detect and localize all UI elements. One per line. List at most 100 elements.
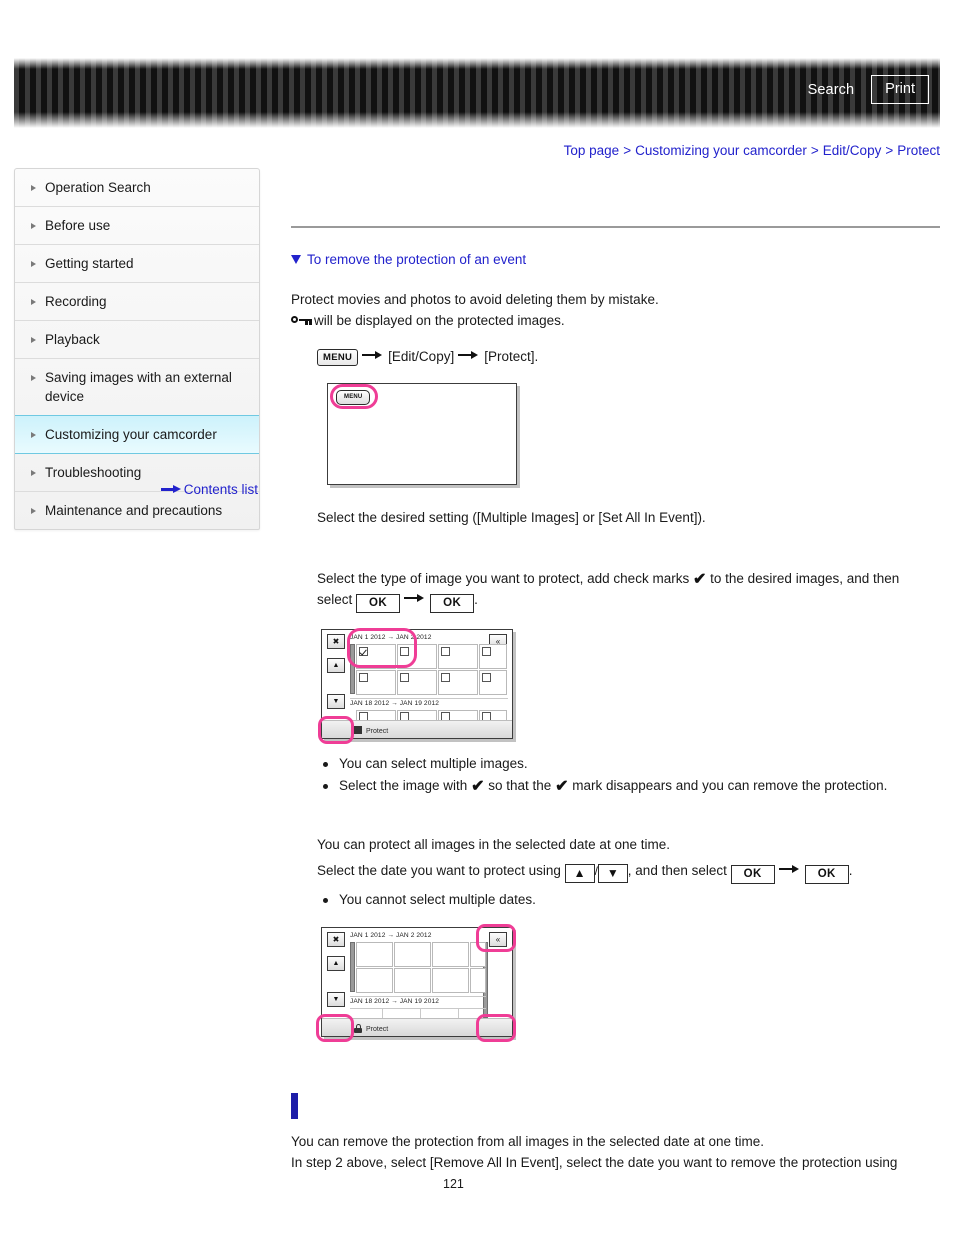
lcd-scrollbar <box>350 942 355 992</box>
sidebar-item-maintenance[interactable]: Maintenance and precautions <box>15 492 259 529</box>
sidebar-item-getting-started[interactable]: Getting started <box>15 245 259 283</box>
sidebar-item-label: Customizing your camcorder <box>45 427 217 442</box>
ok-chip: OK <box>730 865 775 884</box>
section-heading-remove-protection[interactable]: To remove the protection of an event <box>291 252 940 267</box>
lcd-date-row-bottom: JAN 18 2012 → JAN 19 2012 <box>350 998 440 1005</box>
sidebar-navigation: Operation Search Before use Getting star… <box>14 168 260 530</box>
check-mark-icon: ✔ <box>692 571 707 588</box>
print-button[interactable]: Print <box>871 75 929 104</box>
triangle-down-icon <box>291 255 301 264</box>
lcd-thumbnail <box>394 942 431 967</box>
bullet-part-a: Select the image with <box>339 778 468 793</box>
lcd-bottom-label: Protect <box>366 1026 389 1033</box>
intro-line2-text: will be displayed on the protected image… <box>314 313 565 328</box>
sidebar-item-before-use[interactable]: Before use <box>15 207 259 245</box>
list-item: You can select multiple images. <box>317 753 940 775</box>
menu-path-line: MENU [Edit/Copy] [Protect]. <box>317 346 940 367</box>
lcd-checkbox-checked <box>359 647 368 656</box>
ok-chip: OK <box>804 865 849 884</box>
sidebar-item-saving-images[interactable]: Saving images with an external device <box>15 359 259 416</box>
step-select-type-part-a: Select the type of image you want to pro… <box>317 571 690 586</box>
lcd-date-row-bottom: JAN 18 2012 → JAN 19 2012 <box>350 700 440 707</box>
lcd-close-button: ✖ <box>327 634 345 649</box>
site-header: Search Print <box>14 58 940 128</box>
lcd-checkbox <box>400 673 409 682</box>
lcd-divider <box>350 698 508 699</box>
step-select-type-part-b: to the desired images, and then <box>710 571 900 586</box>
lcd-down-button: ▼ <box>327 992 345 1007</box>
remove-protection-line2: In step 2 above, select [Remove All In E… <box>291 1155 898 1170</box>
sidebar-item-operation-search[interactable]: Operation Search <box>15 169 259 207</box>
lock-icon <box>354 1024 362 1033</box>
lcd-thumbnail <box>356 968 393 993</box>
lcd-checkbox <box>482 673 491 682</box>
sidebar-item-recording[interactable]: Recording <box>15 283 259 321</box>
lcd-up-button: ▲ <box>327 658 345 673</box>
lcd-checkbox <box>441 647 450 656</box>
camera-screen-menu: MENU <box>327 383 517 485</box>
contents-list-link[interactable]: Contents list <box>184 482 258 497</box>
chevron-right-icon <box>31 432 36 438</box>
bullet-list-multiple-images: You can select multiple images. Select t… <box>317 753 940 797</box>
lcd-thumbnail <box>470 942 486 967</box>
chevron-right-icon <box>31 337 36 343</box>
lcd-thumbnail <box>394 968 431 993</box>
menu-path-step2: [Protect]. <box>484 349 539 364</box>
chevron-right-icon <box>31 299 36 305</box>
lcd-screen-body: ✖ ▲ ▼ « » OK JAN 1 2012 → JAN 2 2012 JAN… <box>322 928 512 1036</box>
lcd-thumbnail <box>356 942 393 967</box>
sidebar-item-label: Recording <box>45 294 107 309</box>
lcd-screen-body: ✖ ▲ ▼ « » OK JAN 1 2012 → JAN 2 2012 <box>322 630 512 738</box>
bullet-list-no-multiple-dates: You cannot select multiple dates. <box>317 889 940 911</box>
chevron-right-icon <box>31 261 36 267</box>
page-up-chip: ▲ <box>564 864 595 883</box>
remove-protection-line1: You can remove the protection from all i… <box>291 1134 765 1149</box>
check-mark-icon: ✔ <box>555 778 569 795</box>
sidebar-item-label: Saving images with an external device <box>45 370 232 404</box>
menu-chip: MENU <box>317 349 359 366</box>
intro-paragraph-line1: Protect movies and photos to avoid delet… <box>291 292 659 307</box>
arrow-right-icon <box>403 593 427 603</box>
sidebar-item-label: Before use <box>45 218 111 233</box>
lcd-bottom-bar <box>322 1018 512 1036</box>
protect-all-line2: Select the date you want to protect usin… <box>317 860 940 884</box>
step-select-type: Select the type of image you want to pro… <box>317 568 940 613</box>
lcd-thumbnail <box>432 968 469 993</box>
lcd-menu-button: MENU <box>336 390 371 405</box>
menu-path-step1: [Edit/Copy] <box>388 349 455 364</box>
check-mark-icon: ✔ <box>471 778 485 795</box>
protect-all-part-a: Select the date you want to protect usin… <box>317 863 561 878</box>
sidebar-item-customizing-your-camcorder[interactable]: Customizing your camcorder <box>15 415 259 454</box>
search-link[interactable]: Search <box>805 79 858 101</box>
contents-list-link-wrapper: Contents list <box>14 481 258 497</box>
main-content: To remove the protection of an event Pro… <box>291 150 940 1173</box>
ok-chip: OK <box>430 594 475 613</box>
content-divider <box>291 226 940 228</box>
arrow-right-icon <box>778 864 802 874</box>
protect-all-part-b: , and then select <box>627 863 727 878</box>
protect-all-line1: You can protect all images in the select… <box>317 837 670 852</box>
bullet-part-c: mark disappears and you can remove the p… <box>572 778 888 793</box>
lcd-close-button: ✖ <box>327 932 345 947</box>
lcd-checkbox <box>482 647 491 656</box>
ok-chip: OK <box>356 594 401 613</box>
page-number: 121 <box>443 1177 464 1191</box>
step-select-setting: Select the desired setting ([Multiple Im… <box>317 510 706 525</box>
lcd-checkbox <box>400 647 409 656</box>
sidebar-item-label: Playback <box>45 332 100 347</box>
header-actions: Search Print <box>805 75 929 104</box>
sidebar-item-label: Operation Search <box>45 180 151 195</box>
arrow-right-icon <box>160 484 181 494</box>
lcd-thumbnail <box>470 968 486 993</box>
lcd-up-button: ▲ <box>327 956 345 971</box>
section-marker <box>291 1093 298 1119</box>
lcd-thumbnail <box>432 942 469 967</box>
chevron-right-icon <box>31 185 36 191</box>
camera-screen-multiple-images: ✖ ▲ ▼ « » OK JAN 1 2012 → JAN 2 2012 <box>318 628 513 744</box>
sidebar-item-playback[interactable]: Playback <box>15 321 259 359</box>
chevron-right-icon <box>31 375 36 381</box>
lcd-bottom-label: Protect <box>366 728 389 735</box>
bullet-part-b: so that the <box>488 778 552 793</box>
lcd-divider <box>350 1008 486 1009</box>
sidebar-item-label: Getting started <box>45 256 134 271</box>
